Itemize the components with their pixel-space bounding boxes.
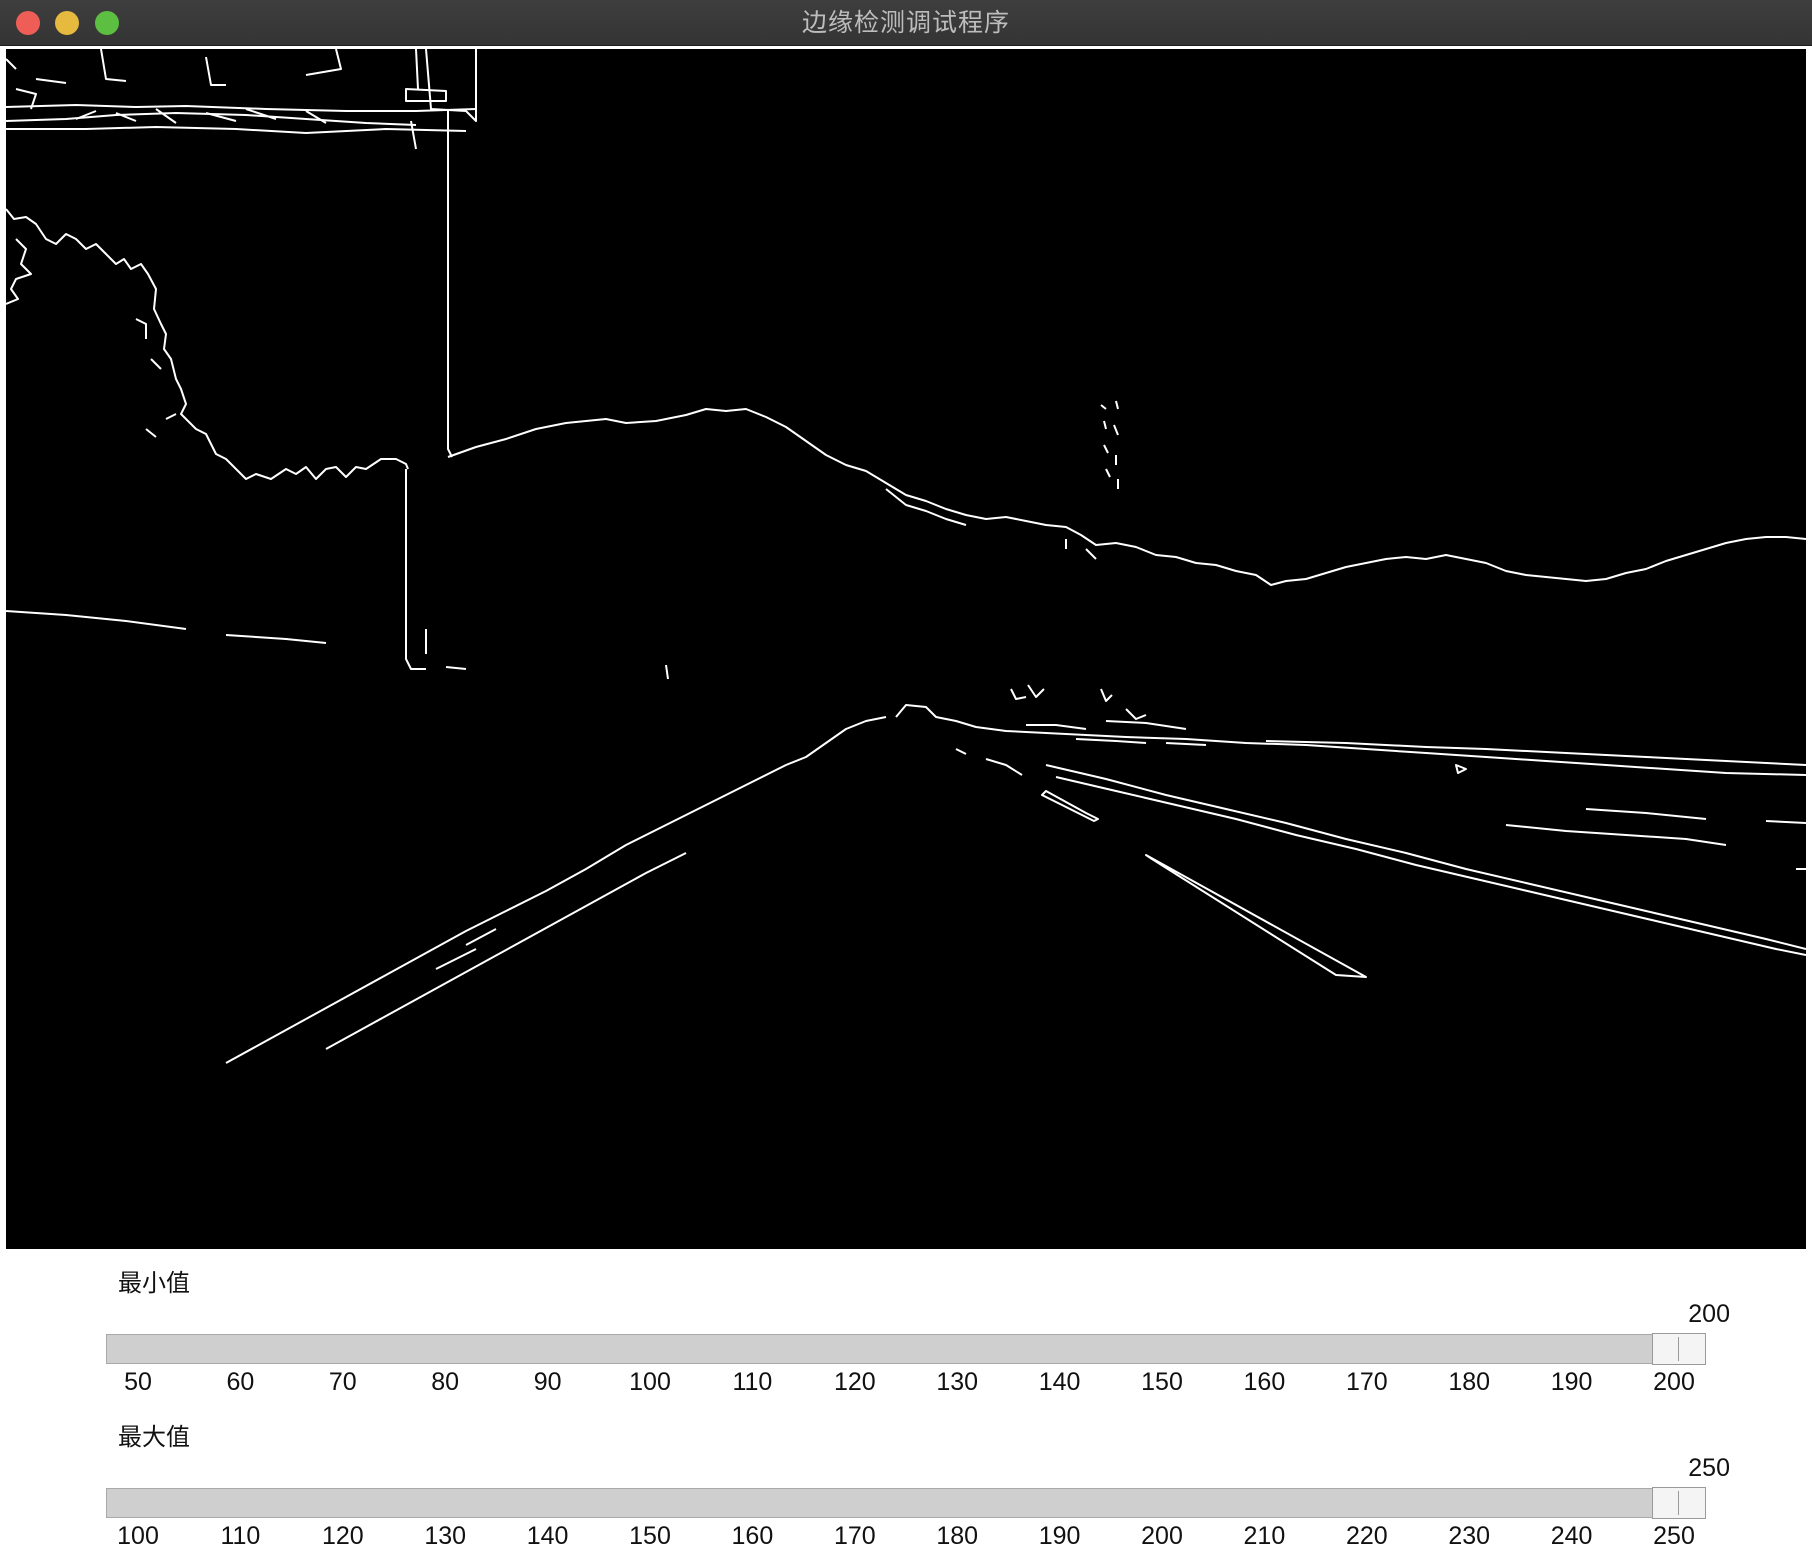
tick-label: 240 [1550,1522,1593,1550]
tick-label: 200 [1141,1522,1183,1550]
max-threshold-slider-group: 最大值 250 100 110 120 130 140 150 160 170 180 190 20… [0,1404,1812,1559]
tick-label: 160 [731,1522,774,1550]
tick-label: 100 [117,1522,159,1550]
tick-label: 200 [1653,1368,1695,1396]
tick-label: 250 [1653,1522,1695,1550]
thumb-grip [1678,1337,1679,1361]
tick-label: 170 [833,1522,876,1550]
tick-label: 210 [1243,1522,1286,1550]
edge-image-canvas [6,49,1806,1064]
min-threshold-thumb[interactable] [1652,1333,1706,1365]
max-threshold-value: 250 [1688,1454,1730,1482]
app-window: 边缘检测调试程序 最小值 200 50 60 70 80 90 100 110 … [0,0,1812,1564]
tick-label: 60 [226,1368,255,1396]
tick-label: 110 [732,1368,773,1396]
thumb-grip [1678,1491,1679,1515]
min-threshold-track[interactable] [106,1334,1706,1364]
tick-label: 120 [321,1522,364,1550]
tick-label: 230 [1448,1522,1491,1550]
window-title: 边缘检测调试程序 [801,8,1010,37]
max-threshold-thumb[interactable] [1652,1487,1706,1519]
min-threshold-label: 最小值 [118,1269,190,1297]
min-threshold-ticks: 50 60 70 80 90 100 110 120 130 140 150 160 170 180 190… [0,1368,1812,1402]
tick-label: 130 [936,1368,979,1396]
tick-label: 190 [1550,1368,1593,1396]
tick-label: 70 [328,1368,357,1396]
tick-label: 110 [220,1522,261,1550]
max-threshold-label: 最大值 [118,1423,190,1451]
min-threshold-slider-group: 最小值 200 50 60 70 80 90 100 110 120 130 140 150 160 1… [0,1250,1812,1405]
tick-label: 160 [1243,1368,1286,1396]
tick-label: 50 [124,1368,152,1396]
tick-label: 180 [1448,1368,1491,1396]
min-threshold-value: 200 [1688,1300,1730,1328]
tick-label: 90 [533,1368,562,1396]
tick-label: 180 [936,1522,979,1550]
tick-label: 170 [1345,1368,1388,1396]
tick-label: 220 [1345,1522,1388,1550]
max-threshold-track[interactable] [106,1488,1706,1518]
tick-label: 80 [431,1368,460,1396]
tick-label: 150 [629,1522,671,1550]
max-threshold-ticks: 100 110 120 130 140 150 160 170 180 190 200 210 220 2… [0,1522,1812,1556]
tick-label: 150 [1141,1368,1183,1396]
tick-label: 120 [833,1368,876,1396]
tick-label: 140 [1038,1368,1081,1396]
tick-label: 140 [526,1522,569,1550]
title-bar[interactable]: 边缘检测调试程序 [0,0,1812,46]
slider-panel: 最小值 200 50 60 70 80 90 100 110 120 130 140 150 160 1… [0,1250,1812,1564]
tick-label: 130 [424,1522,467,1550]
tick-label: 100 [629,1368,671,1396]
tick-label: 190 [1038,1522,1081,1550]
edge-image [6,49,1806,1249]
